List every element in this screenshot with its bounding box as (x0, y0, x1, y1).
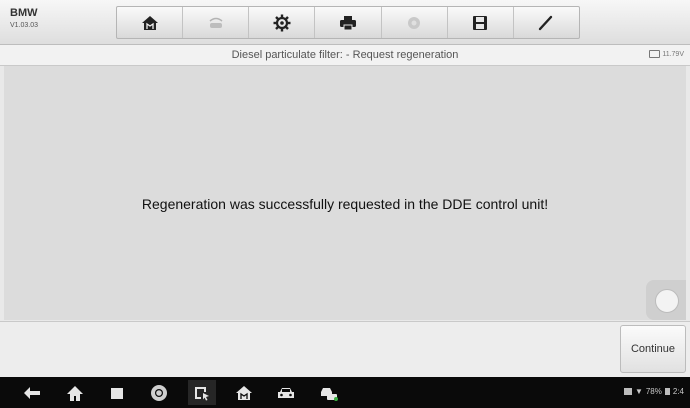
battery-icon (664, 388, 670, 395)
assist-dot-icon (655, 289, 679, 313)
back-icon (24, 386, 40, 399)
message-icon (623, 388, 632, 395)
continue-button[interactable]: Continue (620, 325, 686, 373)
battery-voltage-label: 11.79V (662, 50, 684, 58)
printer-icon (339, 15, 356, 30)
vehicle-swap-icon (209, 17, 223, 28)
save-icon (473, 15, 488, 30)
clock: 2:4 (672, 387, 684, 396)
title-bar: Diesel particulate filter: - Request reg… (0, 45, 690, 66)
recent-apps-button[interactable] (103, 380, 131, 405)
home-button[interactable] (117, 7, 184, 38)
diagnostics-icon (236, 385, 252, 400)
vehicle-swap-button[interactable] (183, 7, 250, 38)
software-version: V1.03.03 (10, 22, 39, 29)
wifi-icon: ▼ (634, 387, 643, 396)
recent-apps-icon (111, 387, 123, 399)
help-button[interactable] (382, 7, 448, 38)
save-button[interactable] (448, 7, 514, 38)
help-icon (408, 16, 421, 29)
home-icon (141, 15, 158, 30)
status-message: Regeneration was successfully requested … (141, 196, 549, 212)
top-bar: BMW V1.03.03 (0, 0, 690, 45)
vci-connection-icon (321, 387, 338, 401)
battery-icon (649, 50, 661, 58)
battery-voltage: 11.79V (649, 50, 684, 58)
edit-button[interactable] (514, 7, 579, 38)
page-title: Diesel particulate filter: - Request reg… (231, 49, 459, 61)
home-icon (67, 385, 83, 401)
android-nav-bar: ▼ 78% 2:4 (0, 377, 690, 408)
car-icon (278, 387, 294, 398)
vci-connection-button[interactable] (315, 380, 343, 405)
app-screen: BMW V1.03.03 Diesel particulate filter: … (0, 0, 690, 408)
pen-icon (539, 15, 553, 30)
android-home-button[interactable] (61, 380, 89, 405)
battery-percent: 78% (645, 387, 662, 396)
print-button[interactable] (315, 7, 382, 38)
toolbar (116, 6, 580, 39)
screen-capture-button[interactable] (188, 380, 216, 405)
vehicle-brand: BMW V1.03.03 (10, 7, 39, 30)
action-bar: Continue (0, 321, 690, 378)
chrome-button[interactable] (145, 380, 173, 405)
car-button[interactable] (272, 380, 300, 405)
screen-capture-icon (195, 386, 209, 400)
chrome-icon (151, 384, 167, 401)
back-button[interactable] (18, 380, 46, 405)
settings-button[interactable] (249, 7, 316, 38)
brand-name: BMW (10, 7, 38, 19)
floating-assist-button[interactable] (646, 280, 686, 320)
gear-icon (273, 14, 291, 31)
diagnostics-home-button[interactable] (230, 380, 258, 405)
main-content: Regeneration was successfully requested … (4, 66, 686, 320)
status-bar: ▼ 78% 2:4 (623, 387, 684, 396)
